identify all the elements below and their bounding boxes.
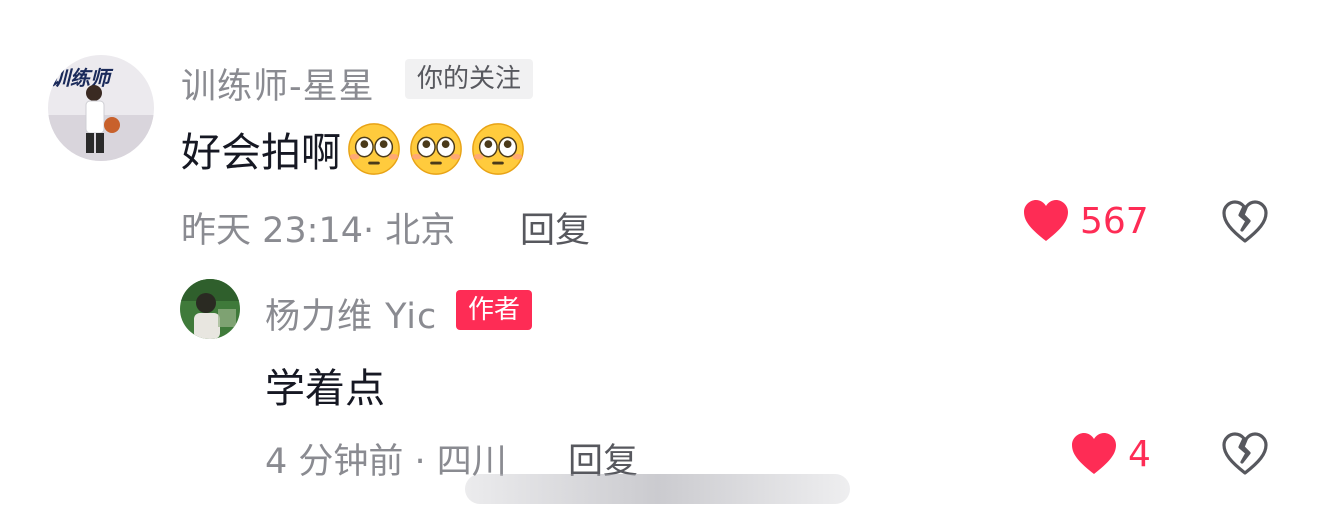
comment-text-content: 学着点 bbox=[265, 366, 385, 412]
heart-filled-icon bbox=[1022, 199, 1070, 243]
author-badge: 作者 bbox=[456, 290, 533, 330]
comment-username[interactable]: 杨力维 Yic bbox=[265, 288, 437, 339]
broken-heart-icon bbox=[1222, 432, 1268, 475]
watermark bbox=[465, 474, 850, 504]
comment-text-content: 好会拍啊 bbox=[181, 130, 341, 176]
flushed-emoji-icon bbox=[407, 120, 465, 178]
avatar[interactable]: 训练师 bbox=[48, 55, 154, 161]
flushed-emoji-icon bbox=[469, 120, 527, 178]
svg-text:训练师: 训练师 bbox=[50, 66, 114, 90]
heart-filled-icon bbox=[1070, 432, 1118, 476]
following-badge: 你的关注 bbox=[405, 59, 534, 99]
like-button[interactable]: 4 bbox=[1070, 432, 1151, 476]
comment-username[interactable]: 训练师-星星 bbox=[181, 58, 375, 109]
flushed-emoji-icon bbox=[345, 120, 403, 178]
like-button[interactable]: 567 bbox=[1022, 199, 1149, 243]
comment-text: 好会拍啊 bbox=[181, 120, 527, 178]
like-count: 4 bbox=[1128, 433, 1151, 475]
avatar-image: 训练师 bbox=[48, 55, 154, 161]
avatar[interactable] bbox=[180, 279, 240, 339]
like-count: 567 bbox=[1080, 200, 1149, 242]
comment-meta: 昨天 23:14· 北京 bbox=[181, 211, 456, 251]
reply-button[interactable]: 回复 bbox=[520, 202, 590, 253]
dislike-button[interactable] bbox=[1221, 432, 1269, 476]
comment-text: 学着点 bbox=[265, 356, 385, 414]
broken-heart-icon bbox=[1222, 200, 1268, 243]
avatar-image bbox=[180, 279, 240, 339]
dislike-button[interactable] bbox=[1221, 200, 1269, 244]
